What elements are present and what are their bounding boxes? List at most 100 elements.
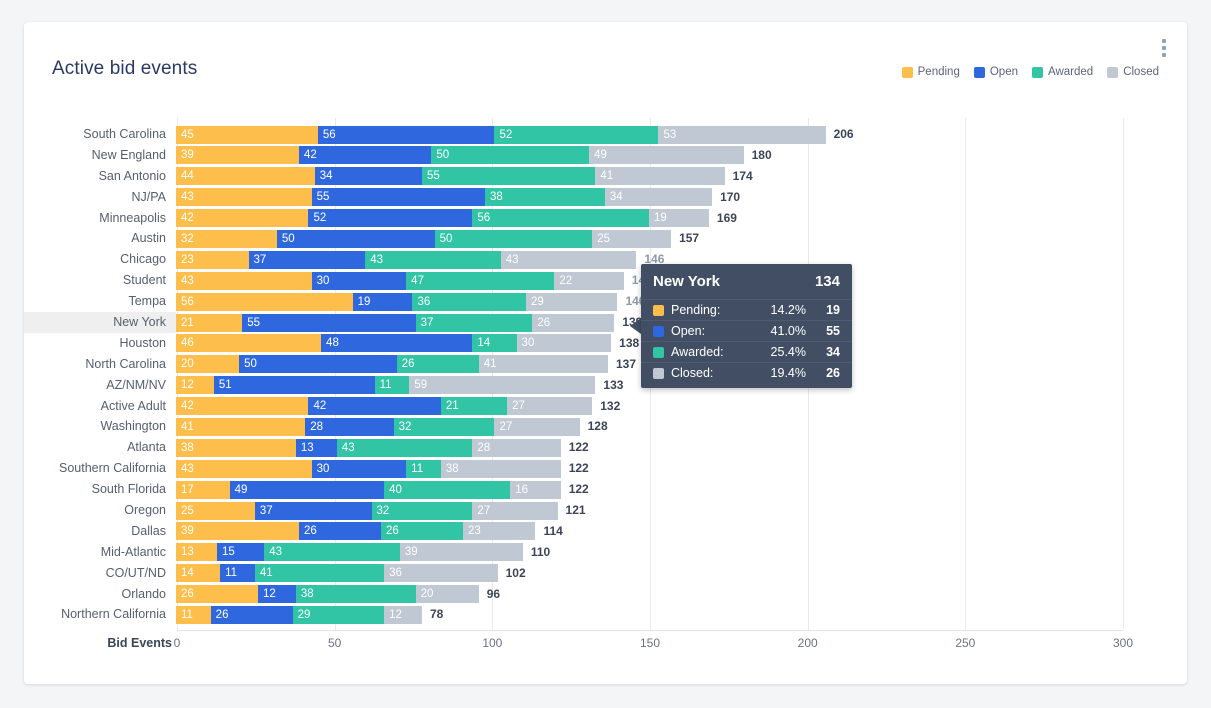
bar-segment-awarded[interactable]: 26 <box>380 522 463 541</box>
bar-segment-pending[interactable]: 39 <box>176 522 299 541</box>
bar-segment-pending[interactable]: 32 <box>176 229 277 248</box>
stacked-bar[interactable]: 44 34 55 41 <box>176 167 725 186</box>
bar-segment-awarded[interactable]: 32 <box>393 417 495 436</box>
bar-segment-awarded[interactable]: 43 <box>365 250 501 269</box>
bar-segment-closed[interactable]: 20 <box>415 585 479 604</box>
stacked-bar[interactable]: 25 37 32 27 <box>176 501 558 520</box>
legend-item-closed[interactable]: Closed <box>1107 66 1159 78</box>
chart-row[interactable]: Washington 41 28 32 27 128 <box>24 416 1187 437</box>
bar-segment-awarded[interactable]: 47 <box>406 271 555 290</box>
bar-segment-pending[interactable]: 42 <box>176 397 309 416</box>
bar-segment-open[interactable]: 50 <box>276 229 435 248</box>
stacked-bar[interactable]: 43 30 11 38 <box>176 459 561 478</box>
stacked-bar[interactable]: 12 51 11 59 <box>176 376 596 395</box>
bar-segment-awarded[interactable]: 38 <box>485 188 605 207</box>
bar-segment-pending[interactable]: 26 <box>176 585 258 604</box>
bar-segment-pending[interactable]: 39 <box>176 146 299 165</box>
bar-segment-open[interactable]: 52 <box>308 209 473 228</box>
bar-segment-pending[interactable]: 14 <box>176 564 221 583</box>
bar-segment-open[interactable]: 26 <box>298 522 381 541</box>
bar-segment-closed[interactable]: 27 <box>507 397 593 416</box>
chart-row[interactable]: Orlando 26 12 38 20 96 <box>24 584 1187 605</box>
bar-segment-open[interactable]: 55 <box>242 313 416 332</box>
stacked-bar[interactable]: 39 26 26 23 <box>176 522 536 541</box>
bar-segment-pending[interactable]: 41 <box>176 417 306 436</box>
bar-segment-open[interactable]: 37 <box>248 250 366 269</box>
chart-row[interactable]: South Carolina 45 56 52 53 206 <box>24 124 1187 145</box>
bar-segment-closed[interactable]: 30 <box>516 334 612 353</box>
bar-segment-open[interactable]: 28 <box>305 417 394 436</box>
kebab-menu-icon[interactable] <box>1153 34 1175 62</box>
chart-row[interactable]: Dallas 39 26 26 23 114 <box>24 521 1187 542</box>
bar-segment-pending[interactable]: 17 <box>176 480 230 499</box>
bar-segment-open[interactable]: 49 <box>229 480 385 499</box>
bar-segment-pending[interactable]: 38 <box>176 438 296 457</box>
stacked-bar[interactable]: 42 52 56 19 <box>176 209 709 228</box>
chart-row[interactable]: San Antonio 44 34 55 41 174 <box>24 166 1187 187</box>
bar-segment-closed[interactable]: 12 <box>384 605 422 624</box>
bar-segment-open[interactable]: 34 <box>314 167 422 186</box>
stacked-bar[interactable]: 39 42 50 49 <box>176 146 744 165</box>
bar-segment-awarded[interactable]: 26 <box>396 355 479 374</box>
bar-segment-closed[interactable]: 29 <box>526 292 618 311</box>
chart-row[interactable]: Student43304722142 <box>24 270 1187 291</box>
bar-segment-open[interactable]: 12 <box>257 585 296 604</box>
bar-segment-open[interactable]: 51 <box>213 376 375 395</box>
bar-segment-open[interactable]: 55 <box>311 188 485 207</box>
chart-row[interactable]: Active Adult 42 42 21 27 132 <box>24 396 1187 417</box>
bar-segment-closed[interactable]: 59 <box>409 376 596 395</box>
bar-segment-open[interactable]: 56 <box>317 125 495 144</box>
stacked-bar[interactable]: 26 12 38 20 <box>176 585 479 604</box>
chart-row[interactable]: Houston 46 48 14 30 138 <box>24 333 1187 354</box>
bar-segment-closed[interactable]: 25 <box>592 229 672 248</box>
chart-row[interactable]: New York 21 55 37 26 139 <box>24 312 1187 333</box>
chart-row[interactable]: CO/UT/ND 14 11 41 36 102 <box>24 563 1187 584</box>
bar-segment-open[interactable]: 48 <box>321 334 473 353</box>
chart-row[interactable]: Minneapolis 42 52 56 19 169 <box>24 208 1187 229</box>
stacked-bar[interactable]: 41 28 32 27 <box>176 417 580 436</box>
bar-segment-awarded[interactable]: 50 <box>431 146 590 165</box>
bar-segment-pending[interactable]: 20 <box>176 355 240 374</box>
stacked-bar[interactable]: 23 37 43 43 <box>176 250 637 269</box>
stacked-bar[interactable]: 13 15 43 39 <box>176 543 523 562</box>
stacked-bar[interactable]: 46 48 14 30 <box>176 334 612 353</box>
chart-row[interactable]: Oregon 25 37 32 27 121 <box>24 500 1187 521</box>
bar-segment-pending[interactable]: 12 <box>176 376 214 395</box>
bar-segment-open[interactable]: 42 <box>298 146 432 165</box>
chart-row[interactable]: North Carolina 20 50 26 41 137 <box>24 354 1187 375</box>
chart-row[interactable]: NJ/PA 43 55 38 34 170 <box>24 187 1187 208</box>
bar-segment-closed[interactable]: 16 <box>510 480 561 499</box>
stacked-bar[interactable]: 20 50 26 41 <box>176 355 608 374</box>
stacked-bar[interactable]: 56 19 36 29 <box>176 292 618 311</box>
chart-row[interactable]: Northern California 11 26 29 12 78 <box>24 604 1187 625</box>
stacked-bar[interactable]: 43 30 47 22 <box>176 271 624 290</box>
bar-segment-closed[interactable]: 53 <box>658 125 826 144</box>
bar-segment-awarded[interactable]: 40 <box>384 480 511 499</box>
bar-segment-pending[interactable]: 43 <box>176 459 312 478</box>
chart-row[interactable]: AZ/NM/NV 12 51 11 59 133 <box>24 375 1187 396</box>
bar-segment-closed[interactable]: 22 <box>554 271 624 290</box>
chart-row[interactable]: Tempa 56 19 36 29 140 <box>24 291 1187 312</box>
bar-segment-pending[interactable]: 44 <box>176 167 315 186</box>
bar-segment-open[interactable]: 50 <box>239 355 397 374</box>
bar-segment-closed[interactable]: 34 <box>604 188 713 207</box>
bar-segment-awarded[interactable]: 56 <box>472 209 649 228</box>
bar-segment-closed[interactable]: 36 <box>384 564 498 583</box>
bar-segment-closed[interactable]: 19 <box>648 209 709 228</box>
bar-segment-open[interactable]: 15 <box>216 543 265 562</box>
bar-segment-closed[interactable]: 43 <box>500 250 637 269</box>
stacked-bar[interactable]: 38 13 43 28 <box>176 438 561 457</box>
bar-segment-pending[interactable]: 23 <box>176 250 249 269</box>
bar-segment-open[interactable]: 30 <box>311 271 407 290</box>
chart-row[interactable]: Southern California 43 30 11 38 122 <box>24 458 1187 479</box>
bar-segment-open[interactable]: 19 <box>352 292 413 311</box>
legend-item-awarded[interactable]: Awarded <box>1032 66 1093 78</box>
stacked-bar[interactable]: 17 49 40 16 <box>176 480 561 499</box>
stacked-bar[interactable]: 45 56 52 53 <box>176 125 826 144</box>
bar-segment-closed[interactable]: 23 <box>462 522 536 541</box>
bar-segment-pending[interactable]: 21 <box>176 313 243 332</box>
bar-segment-open[interactable]: 30 <box>311 459 407 478</box>
chart-row[interactable]: Chicago 23 37 43 43 146 <box>24 249 1187 270</box>
bar-segment-awarded[interactable]: 38 <box>295 585 416 604</box>
bar-segment-open[interactable]: 13 <box>295 438 337 457</box>
